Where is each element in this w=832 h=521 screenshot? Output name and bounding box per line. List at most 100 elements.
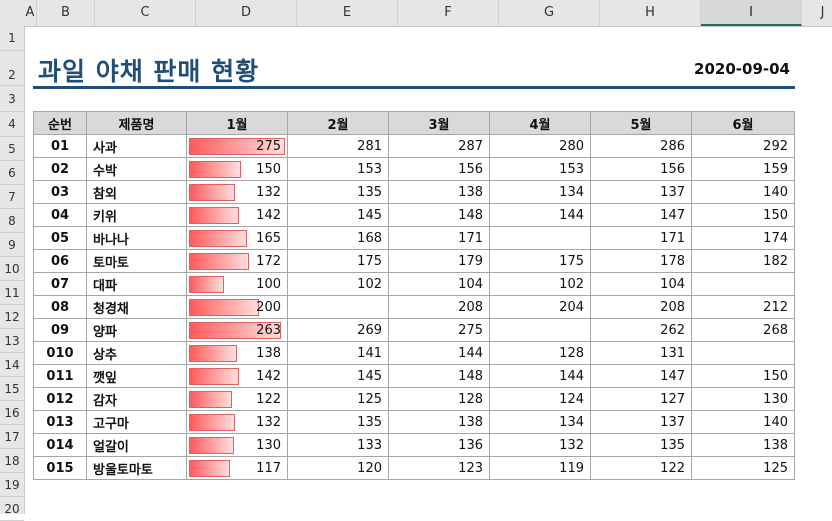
cell-month-4[interactable]: 124	[489, 387, 591, 411]
header-cell[interactable]: 1월	[186, 111, 288, 135]
header-cell[interactable]: 6월	[691, 111, 795, 135]
cell-month-5[interactable]: 178	[590, 249, 692, 273]
row-header-19[interactable]: 19	[0, 473, 24, 497]
cell-month-4[interactable]: 134	[489, 410, 591, 434]
row-header-11[interactable]: 11	[0, 281, 24, 305]
cell-month-6[interactable]: 130	[691, 387, 795, 411]
cell-month-5[interactable]: 131	[590, 341, 692, 365]
cell-month-4[interactable]: 204	[489, 295, 591, 319]
cell-month-2[interactable]: 281	[287, 134, 389, 158]
header-cell[interactable]: 2월	[287, 111, 389, 135]
cell-number[interactable]: 010	[33, 341, 87, 365]
cell-product-name[interactable]: 깻잎	[86, 364, 187, 388]
cell-month-6[interactable]: 212	[691, 295, 795, 319]
cell-product-name[interactable]: 수박	[86, 157, 187, 181]
cell-month-5[interactable]: 147	[590, 203, 692, 227]
cell-number[interactable]: 03	[33, 180, 87, 204]
cell-month-6[interactable]: 159	[691, 157, 795, 181]
cell-month-1-databar[interactable]: 100	[186, 272, 288, 296]
header-cell[interactable]: 5월	[590, 111, 692, 135]
cell-month-4[interactable]: 119	[489, 456, 591, 480]
cell-month-3[interactable]: 104	[388, 272, 490, 296]
cell-month-5[interactable]: 286	[590, 134, 692, 158]
header-cell[interactable]: 3월	[388, 111, 490, 135]
header-cell[interactable]: 제품명	[86, 111, 187, 135]
header-cell[interactable]: 순번	[33, 111, 87, 135]
cell-month-6[interactable]	[691, 272, 795, 296]
row-header-9[interactable]: 9	[0, 233, 24, 257]
cell-number[interactable]: 02	[33, 157, 87, 181]
cell-month-4[interactable]	[489, 318, 591, 342]
cell-month-2[interactable]: 153	[287, 157, 389, 181]
cell-month-2[interactable]: 125	[287, 387, 389, 411]
cell-month-4[interactable]: 132	[489, 433, 591, 457]
cell-month-1-databar[interactable]: 142	[186, 203, 288, 227]
cell-month-1-databar[interactable]: 275	[186, 134, 288, 158]
row-header-3[interactable]: 3	[0, 86, 24, 112]
cell-month-2[interactable]: 102	[287, 272, 389, 296]
cell-product-name[interactable]: 방울토마토	[86, 456, 187, 480]
cell-month-6[interactable]	[691, 341, 795, 365]
cell-month-6[interactable]: 140	[691, 180, 795, 204]
column-header-e[interactable]: E	[297, 0, 398, 26]
cell-month-2[interactable]: 135	[287, 180, 389, 204]
column-header-f[interactable]: F	[398, 0, 499, 26]
cell-month-3[interactable]: 208	[388, 295, 490, 319]
cell-month-6[interactable]: 174	[691, 226, 795, 250]
cell-month-4[interactable]	[489, 226, 591, 250]
cell-month-6[interactable]: 140	[691, 410, 795, 434]
column-header-g[interactable]: G	[499, 0, 600, 26]
cell-month-1-databar[interactable]: 142	[186, 364, 288, 388]
cell-month-3[interactable]: 144	[388, 341, 490, 365]
cell-product-name[interactable]: 토마토	[86, 249, 187, 273]
cell-month-3[interactable]: 156	[388, 157, 490, 181]
cell-month-1-databar[interactable]: 263	[186, 318, 288, 342]
row-header-20[interactable]: 20	[0, 497, 24, 521]
header-cell[interactable]: 4월	[489, 111, 591, 135]
column-header-b[interactable]: B	[37, 0, 95, 26]
cell-month-6[interactable]: 125	[691, 456, 795, 480]
cell-product-name[interactable]: 감자	[86, 387, 187, 411]
row-header-10[interactable]: 10	[0, 257, 24, 281]
cell-month-5[interactable]: 137	[590, 410, 692, 434]
row-header-8[interactable]: 8	[0, 209, 24, 233]
cell-month-5[interactable]: 171	[590, 226, 692, 250]
column-header-c[interactable]: C	[95, 0, 196, 26]
row-header-18[interactable]: 18	[0, 449, 24, 473]
cell-month-3[interactable]: 171	[388, 226, 490, 250]
row-header-5[interactable]: 5	[0, 137, 24, 161]
cell-month-3[interactable]: 275	[388, 318, 490, 342]
cell-month-1-databar[interactable]: 165	[186, 226, 288, 250]
cell-month-1-databar[interactable]: 200	[186, 295, 288, 319]
column-header-j[interactable]: J	[802, 0, 832, 26]
cell-product-name[interactable]: 청경채	[86, 295, 187, 319]
row-header-2[interactable]: 2	[0, 51, 24, 86]
cell-month-6[interactable]: 268	[691, 318, 795, 342]
cell-month-3[interactable]: 136	[388, 433, 490, 457]
cell-month-5[interactable]: 127	[590, 387, 692, 411]
cell-month-1-databar[interactable]: 132	[186, 410, 288, 434]
cell-month-1-databar[interactable]: 130	[186, 433, 288, 457]
cell-product-name[interactable]: 고구마	[86, 410, 187, 434]
cell-month-2[interactable]: 133	[287, 433, 389, 457]
cell-number[interactable]: 06	[33, 249, 87, 273]
cell-month-3[interactable]: 287	[388, 134, 490, 158]
cell-month-1-databar[interactable]: 132	[186, 180, 288, 204]
cell-month-5[interactable]: 135	[590, 433, 692, 457]
cell-month-2[interactable]: 168	[287, 226, 389, 250]
cell-month-6[interactable]: 150	[691, 203, 795, 227]
cell-month-3[interactable]: 138	[388, 180, 490, 204]
cell-month-5[interactable]: 156	[590, 157, 692, 181]
cell-number[interactable]: 08	[33, 295, 87, 319]
cell-month-5[interactable]: 262	[590, 318, 692, 342]
row-header-14[interactable]: 14	[0, 353, 24, 377]
cell-number[interactable]: 012	[33, 387, 87, 411]
cell-number[interactable]: 015	[33, 456, 87, 480]
row-header-17[interactable]: 17	[0, 425, 24, 449]
row-header-12[interactable]: 12	[0, 305, 24, 329]
column-header-d[interactable]: D	[196, 0, 297, 26]
column-header-i[interactable]: I	[701, 0, 802, 26]
cell-number[interactable]: 014	[33, 433, 87, 457]
cell-month-6[interactable]: 182	[691, 249, 795, 273]
cell-month-1-databar[interactable]: 117	[186, 456, 288, 480]
